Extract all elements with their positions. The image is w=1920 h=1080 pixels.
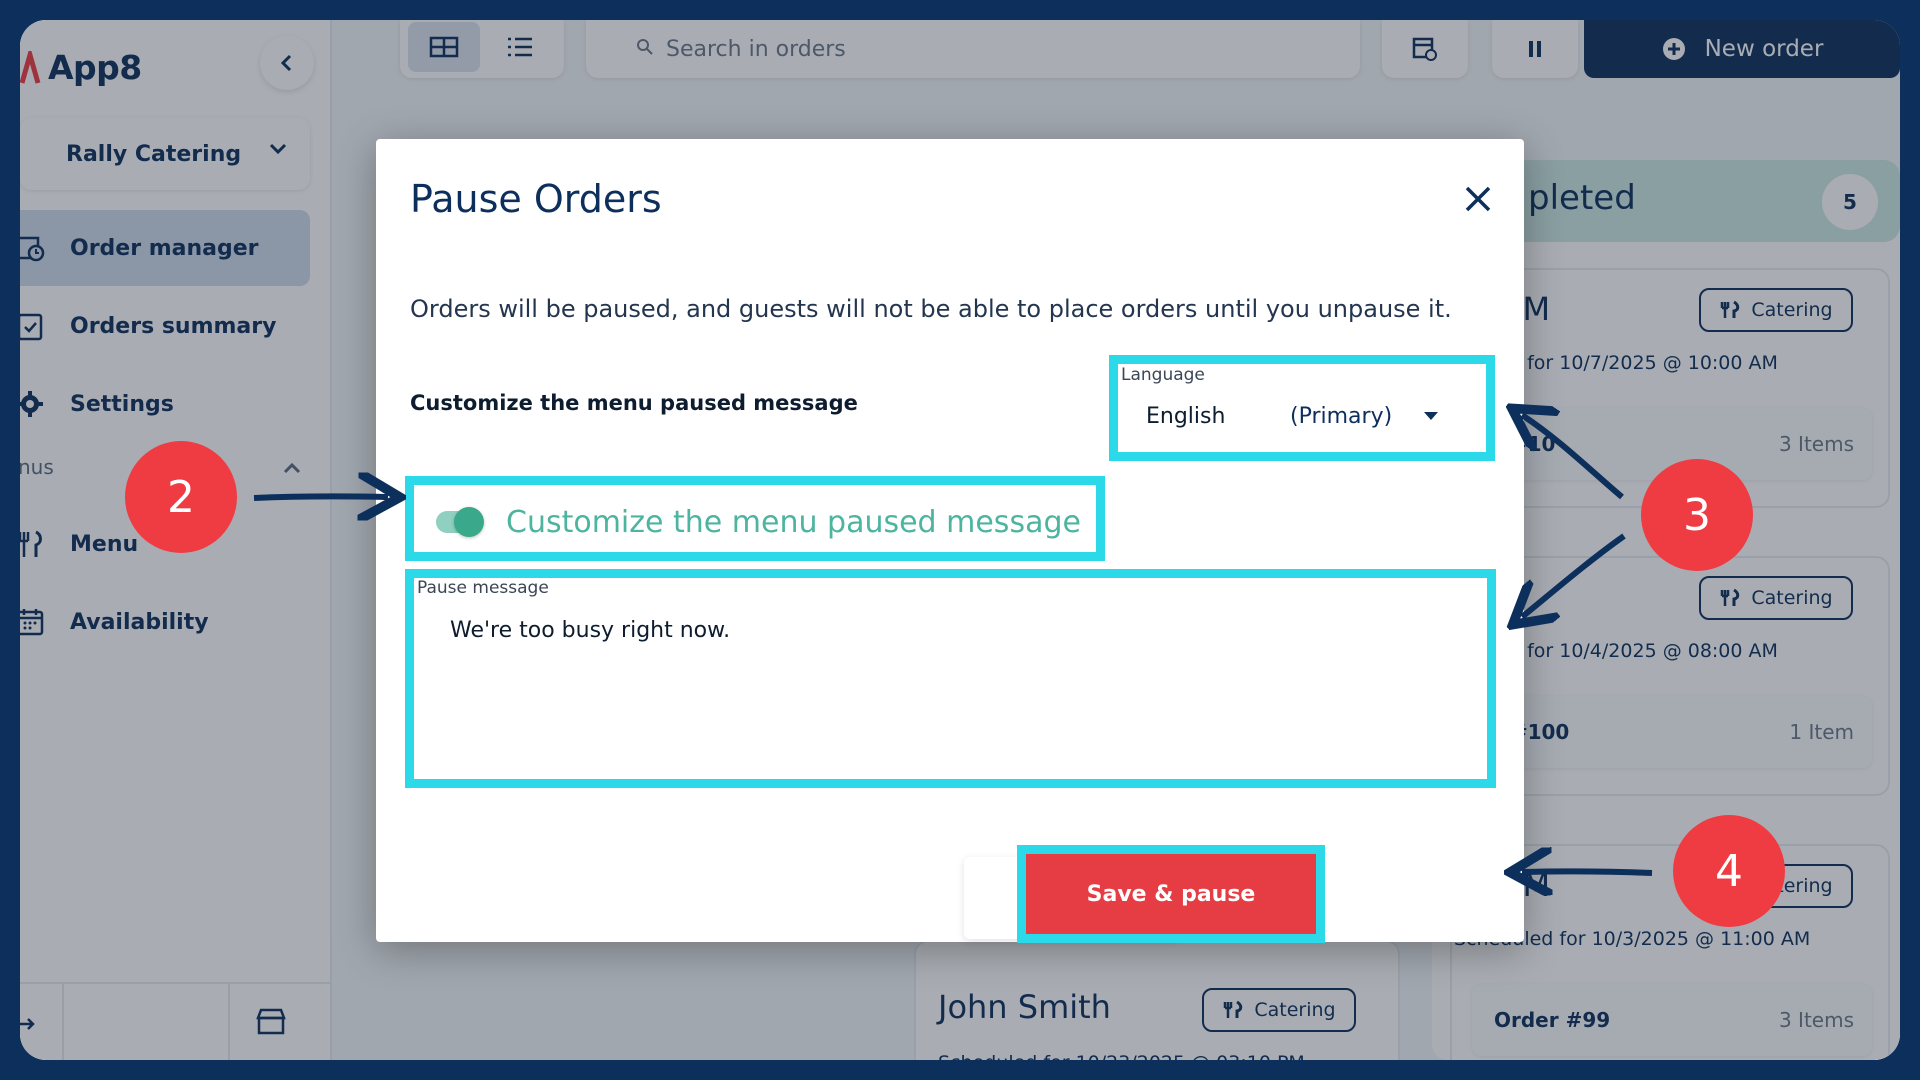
caret-down-icon xyxy=(1424,412,1438,420)
step-4-marker: 4 xyxy=(1673,815,1785,927)
step-3-marker: 3 xyxy=(1641,459,1753,571)
step-2-marker: 2 xyxy=(125,441,237,553)
save-and-pause-label: Save & pause xyxy=(1086,881,1256,907)
pause-message-label: Pause message xyxy=(417,578,549,598)
dialog-title: Pause Orders xyxy=(410,177,662,221)
pause-message-field[interactable]: Pause message We're too busy right now. xyxy=(405,569,1496,788)
pause-message-value[interactable]: We're too busy right now. xyxy=(450,618,730,643)
close-dialog-button[interactable] xyxy=(1456,177,1500,221)
customize-section-label: Customize the menu paused message xyxy=(410,391,858,415)
language-select[interactable]: Language English (Primary) xyxy=(1109,355,1495,461)
close-icon xyxy=(1465,186,1491,212)
language-qualifier: (Primary) xyxy=(1290,404,1393,429)
customize-message-toggle-row[interactable]: Customize the menu paused message xyxy=(405,476,1105,561)
language-value: English xyxy=(1146,404,1226,429)
pause-orders-dialog: Pause Orders Orders will be paused, and … xyxy=(376,139,1524,943)
dialog-description: Orders will be paused, and guests will n… xyxy=(410,295,1452,323)
toggle-label: Customize the menu paused message xyxy=(506,505,1081,540)
language-label: Language xyxy=(1121,365,1205,385)
save-and-pause-button[interactable]: Save & pause xyxy=(1017,845,1325,943)
app-frame: App8 Rally Catering Order manager Orders… xyxy=(20,20,1900,1060)
toggle-switch-knob[interactable] xyxy=(454,507,484,537)
